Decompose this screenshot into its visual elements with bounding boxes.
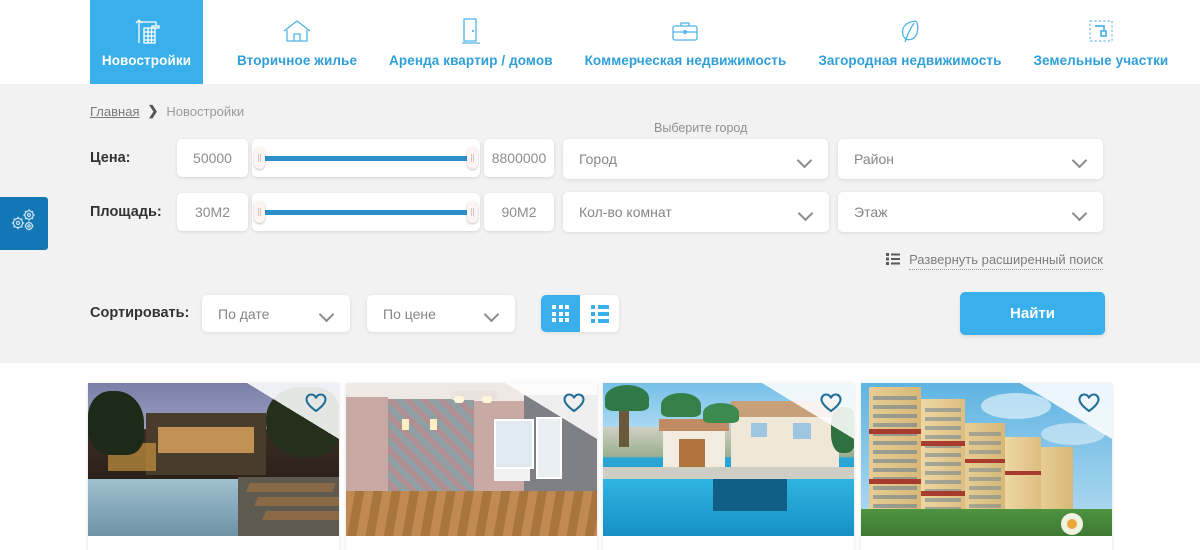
area-range-slider[interactable] bbox=[252, 193, 480, 231]
page-root: Новостройки Вторичное жилье Аренда кварт… bbox=[0, 0, 1200, 550]
breadcrumb: Главная ❯ Новостройки bbox=[90, 103, 244, 119]
nav-label: Земельные участки bbox=[1033, 53, 1169, 68]
area-slider-handle-max[interactable] bbox=[467, 201, 478, 223]
property-image-renovated-empty-room bbox=[346, 383, 597, 536]
price-range-slider[interactable] bbox=[252, 139, 480, 177]
search-button[interactable]: Найти bbox=[960, 292, 1105, 335]
settings-side-tab[interactable] bbox=[0, 197, 48, 250]
grid-view-button[interactable] bbox=[541, 295, 580, 332]
price-min-input[interactable]: 50000 bbox=[177, 139, 248, 177]
property-card[interactable] bbox=[861, 383, 1112, 550]
leaf-icon bbox=[898, 16, 922, 46]
city-select-hint: Выберите город bbox=[654, 121, 748, 135]
chevron-down-icon bbox=[1073, 208, 1087, 217]
sort-by-date-value: По дате bbox=[218, 305, 270, 322]
rooms-select[interactable]: Кол-во комнат bbox=[563, 192, 829, 232]
floor-select[interactable]: Этаж bbox=[838, 192, 1103, 232]
property-image-highrise-apartments bbox=[861, 383, 1112, 536]
chevron-down-icon bbox=[798, 155, 812, 164]
area-max-input[interactable]: 90М2 bbox=[484, 193, 554, 231]
nav-label: Вторичное жилье bbox=[237, 53, 358, 68]
area-filter-label: Площадь: bbox=[90, 204, 162, 220]
favorite-heart-icon[interactable] bbox=[820, 393, 842, 418]
door-icon bbox=[460, 16, 482, 46]
list-icon bbox=[886, 252, 901, 270]
nav-label: Новостройки bbox=[101, 53, 192, 68]
chevron-down-icon bbox=[1073, 155, 1087, 164]
view-mode-toggle bbox=[541, 295, 619, 332]
price-slider-handle-min[interactable] bbox=[254, 147, 265, 169]
district-select[interactable]: Район bbox=[838, 139, 1103, 179]
rooms-select-value: Кол-во комнат bbox=[579, 204, 672, 220]
chevron-down-icon bbox=[485, 309, 499, 318]
sort-by-price-value: По цене bbox=[383, 305, 436, 322]
city-select[interactable]: Город bbox=[563, 139, 828, 179]
floor-select-value: Этаж bbox=[854, 204, 888, 220]
district-select-value: Район bbox=[854, 151, 894, 167]
price-slider-handle-max[interactable] bbox=[467, 147, 478, 169]
land-plot-icon bbox=[1088, 16, 1114, 46]
area-slider-track[interactable] bbox=[254, 201, 478, 223]
sort-by-date-select[interactable]: По дате bbox=[202, 295, 350, 332]
advanced-search-label: Развернуть расширенный поиск bbox=[909, 252, 1103, 270]
nav-item-arenda[interactable]: Аренда квартир / домов bbox=[373, 0, 569, 84]
sort-by-price-select[interactable]: По цене bbox=[367, 295, 515, 332]
list-icon bbox=[590, 304, 609, 323]
price-max-input[interactable]: 8800000 bbox=[484, 139, 554, 177]
nav-item-vtorichnoe[interactable]: Вторичное жилье bbox=[221, 0, 373, 84]
city-select-value: Город bbox=[579, 151, 617, 167]
nav-item-zemelnye-uchastki[interactable]: Земельные участки bbox=[1018, 0, 1185, 84]
chevron-down-icon bbox=[799, 208, 813, 217]
nav-label: Коммерческая недвижимость bbox=[584, 53, 787, 68]
nav-item-novostroyki[interactable]: Новостройки bbox=[90, 0, 203, 84]
breadcrumb-home-link[interactable]: Главная bbox=[90, 104, 139, 119]
chevron-right-icon: ❯ bbox=[147, 103, 159, 118]
favorite-heart-icon[interactable] bbox=[305, 393, 327, 418]
list-view-button[interactable] bbox=[580, 295, 619, 332]
area-slider-handle-min[interactable] bbox=[254, 201, 265, 223]
briefcase-icon bbox=[670, 16, 700, 46]
property-card[interactable] bbox=[88, 383, 339, 550]
price-slider-track[interactable] bbox=[254, 147, 478, 169]
nav-label: Загородная недвижимость bbox=[818, 53, 1002, 68]
sort-label: Сортировать: bbox=[90, 305, 190, 321]
main-navigation: Новостройки Вторичное жилье Аренда кварт… bbox=[0, 0, 1200, 84]
grid-icon bbox=[552, 305, 569, 322]
gears-icon bbox=[9, 207, 39, 240]
property-image-modern-house-pool bbox=[88, 383, 339, 536]
chevron-down-icon bbox=[320, 309, 334, 318]
advanced-search-toggle[interactable]: Развернуть расширенный поиск bbox=[886, 252, 1103, 270]
crane-icon bbox=[134, 16, 160, 46]
results-grid bbox=[0, 363, 1200, 550]
property-card[interactable] bbox=[603, 383, 854, 550]
property-image-mediterranean-villa-pool bbox=[603, 383, 854, 536]
property-card[interactable] bbox=[346, 383, 597, 550]
price-filter-label: Цена: bbox=[90, 150, 131, 166]
breadcrumb-current: Новостройки bbox=[166, 103, 245, 119]
favorite-heart-icon[interactable] bbox=[563, 393, 585, 418]
nav-item-zagorodnaya[interactable]: Загородная недвижимость bbox=[802, 0, 1017, 84]
favorite-heart-icon[interactable] bbox=[1078, 393, 1100, 418]
area-min-input[interactable]: 30М2 bbox=[177, 193, 248, 231]
nav-label: Аренда квартир / домов bbox=[389, 53, 553, 68]
nav-item-kommercheskaya[interactable]: Коммерческая недвижимость bbox=[569, 0, 803, 84]
house-icon bbox=[282, 16, 312, 46]
